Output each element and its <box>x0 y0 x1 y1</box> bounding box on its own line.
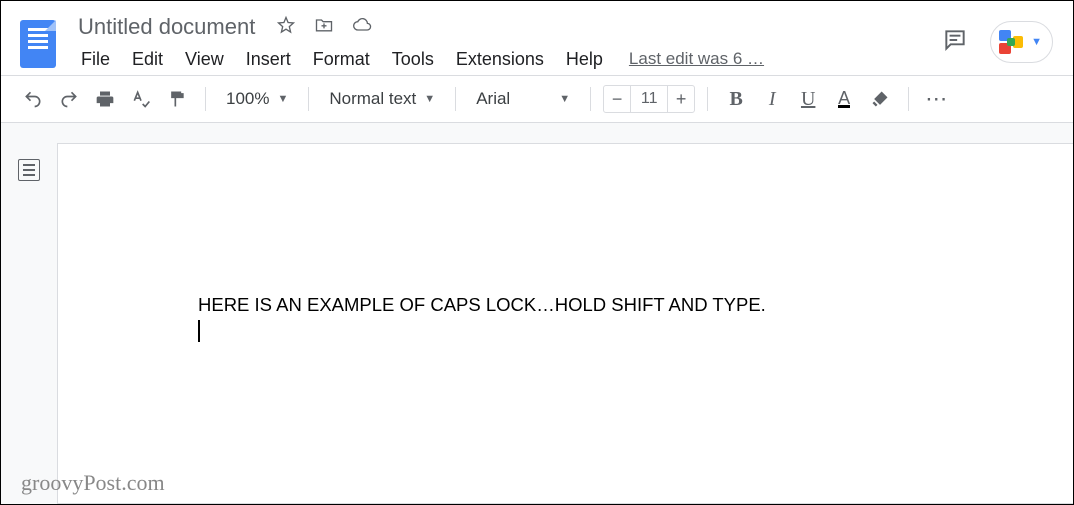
zoom-value: 100% <box>226 89 269 109</box>
left-gutter <box>1 123 57 504</box>
font-size-decrease-button[interactable]: − <box>604 89 630 110</box>
style-value: Normal text <box>329 89 416 109</box>
workspace: HERE IS AN EXAMPLE OF CAPS LOCK…HOLD SHI… <box>1 123 1073 504</box>
docs-logo-wrap <box>13 16 63 68</box>
menu-bar: File Edit View Insert Format Tools Exten… <box>71 44 942 74</box>
font-size-increase-button[interactable]: + <box>668 89 694 110</box>
menu-edit[interactable]: Edit <box>122 45 173 74</box>
chevron-down-icon: ▼ <box>559 93 570 105</box>
paint-format-button[interactable] <box>161 83 193 115</box>
meet-icon <box>997 28 1025 56</box>
menu-help[interactable]: Help <box>556 45 613 74</box>
font-dropdown[interactable]: Arial ▼ <box>468 83 578 115</box>
font-size-group: − 11 + <box>603 85 695 113</box>
chevron-down-icon: ▼ <box>277 93 288 105</box>
title-icons <box>276 15 372 40</box>
bold-button[interactable]: B <box>720 83 752 115</box>
text-color-button[interactable]: A <box>828 83 860 115</box>
zoom-dropdown[interactable]: 100% ▼ <box>218 83 296 115</box>
meet-button[interactable]: ▼ <box>990 21 1053 63</box>
separator <box>205 87 206 111</box>
outline-icon[interactable] <box>18 159 40 181</box>
menu-tools[interactable]: Tools <box>382 45 444 74</box>
watermark-text: groovyPost.com <box>21 470 165 496</box>
chevron-down-icon: ▼ <box>424 93 435 105</box>
text-cursor <box>198 320 200 342</box>
document-page[interactable]: HERE IS AN EXAMPLE OF CAPS LOCK…HOLD SHI… <box>57 143 1073 504</box>
star-icon[interactable] <box>276 15 296 40</box>
redo-button[interactable] <box>53 83 85 115</box>
separator <box>308 87 309 111</box>
toolbar: 100% ▼ Normal text ▼ Arial ▼ − 11 + B I … <box>1 75 1073 123</box>
more-button[interactable]: ⋯ <box>921 83 953 115</box>
menu-extensions[interactable]: Extensions <box>446 45 554 74</box>
separator <box>707 87 708 111</box>
cloud-status-icon[interactable] <box>352 15 372 40</box>
move-folder-icon[interactable] <box>314 15 334 40</box>
menu-format[interactable]: Format <box>303 45 380 74</box>
paragraph-style-dropdown[interactable]: Normal text ▼ <box>321 83 443 115</box>
highlight-button[interactable] <box>864 83 896 115</box>
header-right: ▼ <box>942 21 1061 63</box>
separator <box>590 87 591 111</box>
menu-file[interactable]: File <box>71 45 120 74</box>
last-edit-link[interactable]: Last edit was 6 … <box>629 49 764 69</box>
document-title-input[interactable]: Untitled document <box>71 11 262 43</box>
docs-logo-icon[interactable] <box>20 20 56 68</box>
header-bar: Untitled document File Edit View Insert … <box>1 1 1073 75</box>
print-button[interactable] <box>89 83 121 115</box>
document-text-line: HERE IS AN EXAMPLE OF CAPS LOCK…HOLD SHI… <box>198 294 1073 316</box>
separator <box>455 87 456 111</box>
undo-button[interactable] <box>17 83 49 115</box>
title-area: Untitled document File Edit View Insert … <box>63 10 942 74</box>
italic-button[interactable]: I <box>756 83 788 115</box>
menu-insert[interactable]: Insert <box>236 45 301 74</box>
title-row: Untitled document <box>71 10 942 44</box>
menu-view[interactable]: View <box>175 45 234 74</box>
underline-button[interactable]: U <box>792 83 824 115</box>
font-size-input[interactable]: 11 <box>630 86 668 112</box>
spellcheck-button[interactable] <box>125 83 157 115</box>
comments-icon[interactable] <box>942 27 968 58</box>
separator <box>908 87 909 111</box>
font-value: Arial <box>476 89 510 109</box>
chevron-down-icon: ▼ <box>1031 36 1042 48</box>
